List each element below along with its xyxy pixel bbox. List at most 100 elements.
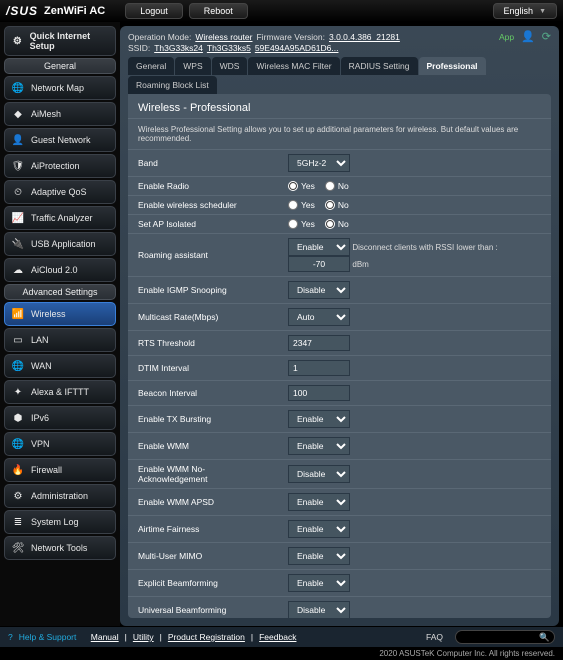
- globe-icon: 🌐: [11, 81, 25, 95]
- panel-description: Wireless Professional Setting allows you…: [128, 119, 551, 149]
- tab-roaming-block[interactable]: Roaming Block List: [128, 76, 217, 94]
- sidebar-item-label: Traffic Analyzer: [31, 213, 93, 223]
- settings-table: Band 5GHz-2 Enable Radio Yes No Enable w…: [128, 149, 551, 618]
- dtim-interval-label: DTIM Interval: [128, 356, 278, 381]
- language-label: English: [504, 6, 534, 16]
- wmm-label: Enable WMM: [128, 433, 278, 460]
- airtime-fairness-select[interactable]: Enable: [288, 520, 350, 538]
- tools-icon: 🛠: [11, 541, 25, 555]
- footer-link-manual[interactable]: Manual: [91, 632, 119, 642]
- sidebar-item-traffic-analyzer[interactable]: 📈Traffic Analyzer: [4, 206, 116, 230]
- igmp-select[interactable]: Disable: [288, 281, 350, 299]
- explicit-bf-select[interactable]: Enable: [288, 574, 350, 592]
- sidebar-item-system-log[interactable]: ≣System Log: [4, 510, 116, 534]
- roaming-assistant-label: Roaming assistant: [128, 234, 278, 277]
- tab-radius[interactable]: RADIUS Setting: [341, 57, 418, 75]
- reboot-button[interactable]: Reboot: [189, 3, 248, 19]
- sidebar-item-aicloud[interactable]: ☁AiCloud 2.0: [4, 258, 116, 282]
- universal-bf-label: Universal Beamforming: [128, 597, 278, 619]
- app-link[interactable]: App: [499, 32, 514, 42]
- tab-wps[interactable]: WPS: [175, 57, 210, 75]
- sidebar-item-network-map[interactable]: 🌐Network Map: [4, 76, 116, 100]
- tab-mac-filter[interactable]: Wireless MAC Filter: [248, 57, 339, 75]
- footer-link-feedback[interactable]: Feedback: [259, 632, 296, 642]
- guest-icon: 👤: [11, 133, 25, 147]
- sidebar-item-label: Guest Network: [31, 135, 91, 145]
- language-select[interactable]: English ▼: [493, 3, 557, 19]
- top-bar: /SUS ZenWiFi AC Logout Reboot English ▼: [0, 0, 563, 22]
- band-select[interactable]: 5GHz-2: [288, 154, 350, 172]
- multicast-rate-select[interactable]: Auto: [288, 308, 350, 326]
- sidebar-item-label: Administration: [31, 491, 88, 501]
- sidebar-item-network-tools[interactable]: 🛠Network Tools: [4, 536, 116, 560]
- ssid-1[interactable]: Th3G33ks24: [154, 43, 203, 53]
- tab-general[interactable]: General: [128, 57, 174, 75]
- sidebar-item-wireless[interactable]: 📶 Wireless: [4, 302, 116, 326]
- sidebar-item-usb-application[interactable]: 🔌USB Application: [4, 232, 116, 256]
- ap-isolated-yes[interactable]: [288, 219, 298, 229]
- sidebar-item-administration[interactable]: ⚙ Administration: [4, 484, 116, 508]
- sidebar-item-aiprotection[interactable]: 🛡AiProtection: [4, 154, 116, 178]
- sidebar-item-aimesh[interactable]: ◆AiMesh: [4, 102, 116, 126]
- explicit-bf-label: Explicit Beamforming: [128, 570, 278, 597]
- sidebar-item-adaptive-qos[interactable]: ⏲Adaptive QoS: [4, 180, 116, 204]
- roaming-rssi-input[interactable]: [288, 256, 350, 272]
- tab-wds[interactable]: WDS: [212, 57, 248, 75]
- faq-search-input[interactable]: 🔍: [455, 630, 555, 644]
- sidebar-item-label: Alexa & IFTTT: [31, 387, 89, 397]
- panel-title: Wireless - Professional: [128, 100, 551, 119]
- fw-value[interactable]: 3.0.0.4.386_21281: [329, 32, 400, 42]
- sidebar-item-alexa-ifttt[interactable]: ✦Alexa & IFTTT: [4, 380, 116, 404]
- enable-scheduler-no[interactable]: [325, 200, 335, 210]
- quick-internet-setup-button[interactable]: ⚙ Quick Internet Setup: [4, 26, 116, 56]
- mac-address[interactable]: 59E494A95AD61D6...: [255, 43, 339, 53]
- dtim-interval-input[interactable]: [288, 360, 350, 376]
- sidebar-item-label: AiProtection: [31, 161, 80, 171]
- opmode-value[interactable]: Wireless router: [195, 32, 252, 42]
- logout-button[interactable]: Logout: [125, 3, 183, 19]
- sidebar-item-firewall[interactable]: 🔥Firewall: [4, 458, 116, 482]
- roaming-rssi-text: Disconnect clients with RSSI lower than …: [352, 243, 497, 252]
- footer-link-utility[interactable]: Utility: [133, 632, 154, 642]
- help-support-link[interactable]: Help & Support: [19, 632, 77, 642]
- wmm-select[interactable]: Enable: [288, 437, 350, 455]
- sidebar-item-label: System Log: [31, 517, 79, 527]
- roaming-assistant-select[interactable]: Enable: [288, 238, 350, 256]
- sidebar-item-guest-network[interactable]: 👤 Guest Network: [4, 128, 116, 152]
- sidebar-item-ipv6[interactable]: ⬢IPv6: [4, 406, 116, 430]
- admin-icon: ⚙: [11, 489, 25, 503]
- enable-radio-yes[interactable]: [288, 181, 298, 191]
- search-icon: 🔍: [539, 632, 550, 643]
- status-icon-2: ⟳: [542, 30, 551, 43]
- wifi-icon: 📶: [11, 307, 25, 321]
- sidebar-item-label: Wireless: [31, 309, 66, 319]
- faq-label: FAQ: [426, 632, 443, 642]
- sidebar-item-vpn[interactable]: 🌐VPN: [4, 432, 116, 456]
- ssid-label: SSID:: [128, 43, 150, 53]
- sidebar-item-wan[interactable]: 🌐WAN: [4, 354, 116, 378]
- sidebar-item-label: VPN: [31, 439, 50, 449]
- enable-scheduler-yes[interactable]: [288, 200, 298, 210]
- sidebar-header-advanced: Advanced Settings: [4, 284, 116, 300]
- beacon-interval-input[interactable]: [288, 385, 350, 401]
- brand-logo: /SUS: [6, 4, 38, 18]
- ap-isolated-no[interactable]: [325, 219, 335, 229]
- ipv6-icon: ⬢: [11, 411, 25, 425]
- ssid-2[interactable]: Th3G33ks5: [207, 43, 251, 53]
- tx-bursting-select[interactable]: Enable: [288, 410, 350, 428]
- wmm-apsd-select[interactable]: Enable: [288, 493, 350, 511]
- rts-threshold-input[interactable]: [288, 335, 350, 351]
- status-icon-1: 👤: [521, 30, 535, 43]
- enable-radio-no[interactable]: [325, 181, 335, 191]
- opmode-label: Operation Mode:: [128, 32, 191, 42]
- wmm-noack-select[interactable]: Disable: [288, 465, 350, 483]
- sidebar-item-lan[interactable]: ▭LAN: [4, 328, 116, 352]
- universal-bf-select[interactable]: Disable: [288, 601, 350, 618]
- sidebar-item-label: AiMesh: [31, 109, 61, 119]
- sidebar: ⚙ Quick Internet Setup General 🌐Network …: [0, 22, 120, 626]
- tab-professional[interactable]: Professional: [419, 57, 486, 75]
- mu-mimo-select[interactable]: Enable: [288, 547, 350, 565]
- footer-link-product-registration[interactable]: Product Registration: [168, 632, 245, 642]
- cloud-icon: ☁: [11, 263, 25, 277]
- ap-isolated-label: Set AP Isolated: [128, 215, 278, 234]
